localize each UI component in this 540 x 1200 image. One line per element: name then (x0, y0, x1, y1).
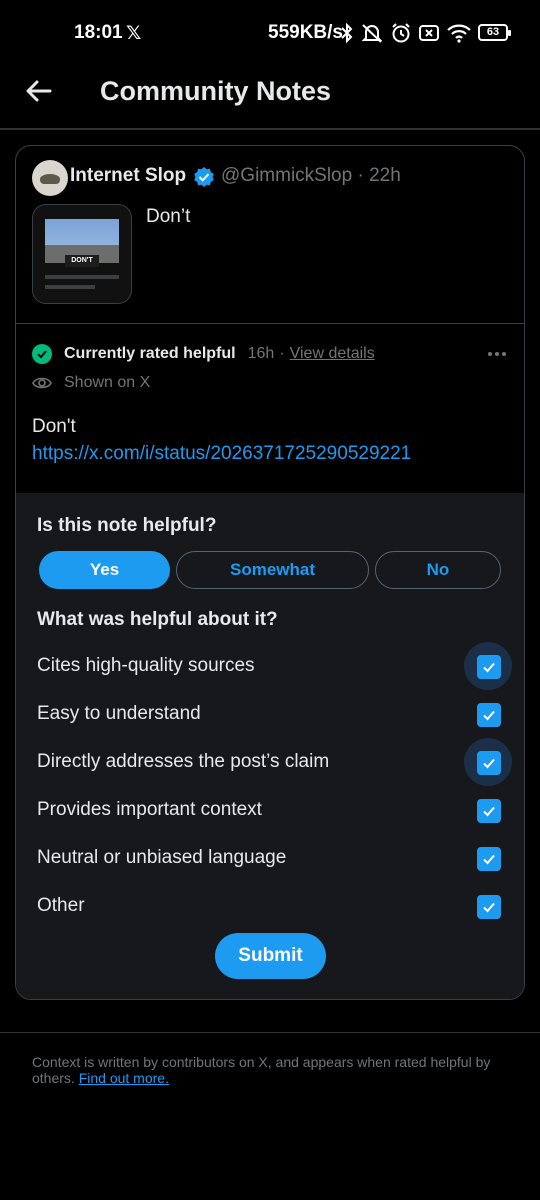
reason-row[interactable]: Provides important context (37, 793, 507, 827)
reason-row[interactable]: Directly addresses the post’s claim (37, 738, 512, 786)
thumbnail-sign: DON'T (65, 255, 99, 267)
divider (16, 323, 524, 324)
shown-on-x-row: Shown on X (32, 372, 150, 394)
helpful-reasons-question: What was helpful about it? (37, 609, 278, 630)
reason-row[interactable]: Cites high-quality sources (37, 642, 512, 690)
wifi-icon (447, 24, 471, 43)
submit-button[interactable]: Submit (215, 933, 326, 979)
post-preview[interactable]: Internet Slop @GimmickSlop · 22h DON'T D… (16, 146, 524, 324)
note-status-time: 16h (247, 345, 275, 362)
avatar[interactable] (32, 160, 68, 196)
thumbnail-line (45, 275, 119, 279)
checkbox-checked-icon[interactable] (477, 895, 501, 919)
note-source-link[interactable]: https://x.com/i/status/20263717252905292… (32, 443, 411, 465)
reason-row[interactable]: Other (37, 889, 507, 923)
author-handle-time: @GimmickSlop · 22h (221, 165, 401, 186)
yes-button[interactable]: Yes (39, 551, 170, 589)
checkbox-checked-icon[interactable] (477, 655, 501, 679)
post-thumbnail[interactable]: DON'T (32, 204, 132, 304)
note-text: Don't (32, 416, 76, 437)
reason-label: Directly addresses the post’s claim (37, 751, 330, 772)
checkbox-checked-icon[interactable] (477, 751, 501, 775)
reason-label: Cites high-quality sources (37, 655, 255, 676)
checkbox-checked-icon[interactable] (477, 703, 501, 727)
check-circle-icon (32, 344, 52, 364)
reason-label: Easy to understand (37, 703, 201, 724)
checkbox-checked-icon[interactable] (477, 799, 501, 823)
post-text: Don’t (146, 206, 191, 227)
status-icons (340, 20, 472, 46)
reason-label: Other (37, 895, 85, 916)
status-bar: 18:01 𝕏 559KB/s 63 (0, 0, 540, 66)
more-options-icon[interactable] (486, 346, 508, 362)
network-speed: 559KB/s (268, 22, 343, 43)
shown-on-x-label: Shown on X (64, 374, 151, 391)
verified-badge-icon (194, 167, 214, 187)
checkbox-checked-icon[interactable] (477, 847, 501, 871)
author-name[interactable]: Internet Slop (70, 165, 186, 187)
arrow-left-icon[interactable] (24, 76, 54, 106)
note-card: Internet Slop @GimmickSlop · 22h DON'T D… (15, 145, 525, 1000)
status-time: 18:01 (74, 22, 123, 43)
x-logo-icon: 𝕏 (126, 23, 142, 44)
somewhat-button[interactable]: Somewhat (176, 551, 369, 589)
divider (0, 128, 540, 130)
divider (0, 1032, 540, 1033)
eye-icon (32, 377, 52, 389)
separator: · (279, 345, 285, 362)
mute-icon (361, 24, 383, 43)
note-status-label: Currently rated helpful (64, 345, 236, 362)
battery-icon: 63 (478, 24, 511, 41)
note-status-row: Currently rated helpful 16h · View detai… (32, 343, 375, 365)
reason-label: Neutral or unbiased language (37, 847, 287, 868)
find-out-more-link[interactable]: Find out more. (79, 1070, 169, 1086)
thumbnail-line (45, 285, 95, 289)
reason-label: Provides important context (37, 799, 262, 820)
top-app-bar: Community Notes (0, 66, 540, 128)
rating-panel: Is this note helpful? Yes Somewhat No Wh… (16, 493, 524, 999)
bluetooth-icon (341, 22, 353, 44)
no-sim-icon (419, 25, 439, 41)
page-title: Community Notes (100, 76, 332, 106)
view-details-link[interactable]: View details (290, 345, 375, 363)
no-button[interactable]: No (375, 551, 501, 589)
alarm-icon (392, 23, 410, 43)
helpful-question: Is this note helpful? (37, 515, 217, 536)
reason-row[interactable]: Neutral or unbiased language (37, 841, 507, 875)
footer-note: Context is written by contributors on X,… (32, 1054, 512, 1086)
reason-row[interactable]: Easy to understand (37, 697, 507, 731)
